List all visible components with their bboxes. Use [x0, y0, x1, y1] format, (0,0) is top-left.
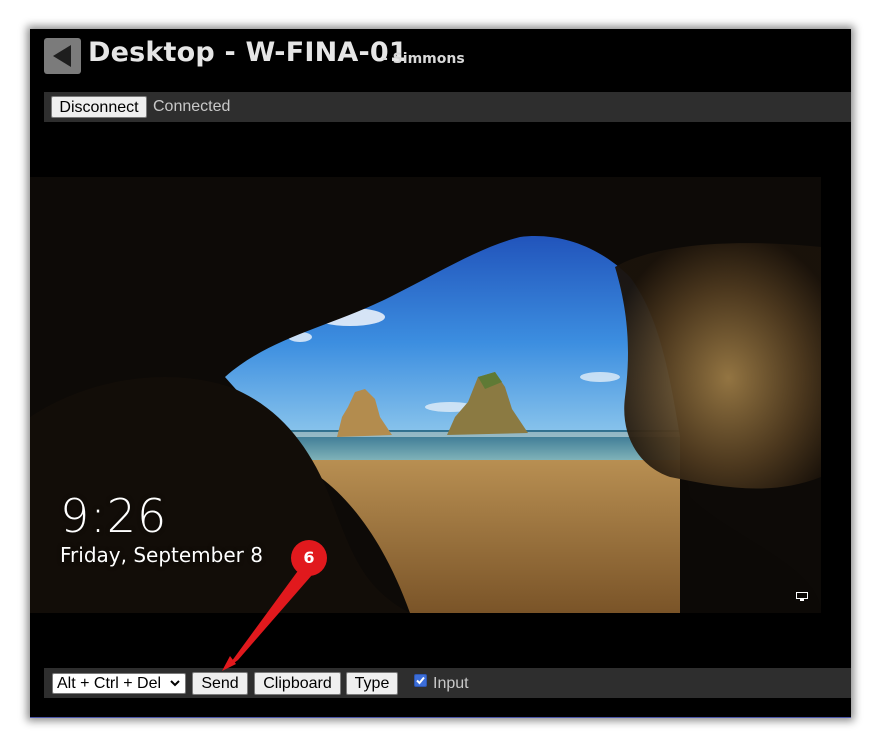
chevron-down-icon	[170, 680, 180, 687]
page-title: Desktop - W-FINA-01	[88, 37, 408, 68]
remote-screen[interactable]: 9:26 Friday, September 8	[30, 177, 821, 613]
clipboard-button[interactable]: Clipboard	[254, 672, 341, 695]
remote-desktop-window: Desktop - W-FINA-01 - Simmons Disconnect…	[30, 29, 851, 718]
lock-screen-time: 9:26	[60, 489, 168, 543]
input-checkbox-label: Input	[433, 675, 469, 692]
key-combo-select[interactable]: Alt + Ctrl + Del	[52, 673, 186, 694]
callout-badge: 6	[291, 540, 327, 576]
disconnect-button[interactable]: Disconnect	[51, 96, 147, 118]
checkmark-icon	[416, 676, 425, 685]
connection-status: Connected	[153, 98, 231, 115]
back-arrow-icon[interactable]	[44, 38, 81, 74]
key-combo-value: Alt + Ctrl + Del	[57, 675, 162, 692]
send-button[interactable]: Send	[192, 672, 248, 695]
keyboard-toolbar: Alt + Ctrl + Del Send Clipboard Type Inp…	[44, 668, 851, 698]
user-subtitle: - Simmons	[382, 51, 465, 67]
input-checkbox[interactable]	[414, 674, 427, 687]
lock-screen-date: Friday, September 8	[60, 543, 263, 567]
connection-toolbar: Disconnect Connected	[44, 92, 851, 122]
type-button[interactable]: Type	[346, 672, 398, 695]
title-bar: Desktop - W-FINA-01 - Simmons	[30, 29, 851, 91]
network-icon	[796, 592, 808, 601]
